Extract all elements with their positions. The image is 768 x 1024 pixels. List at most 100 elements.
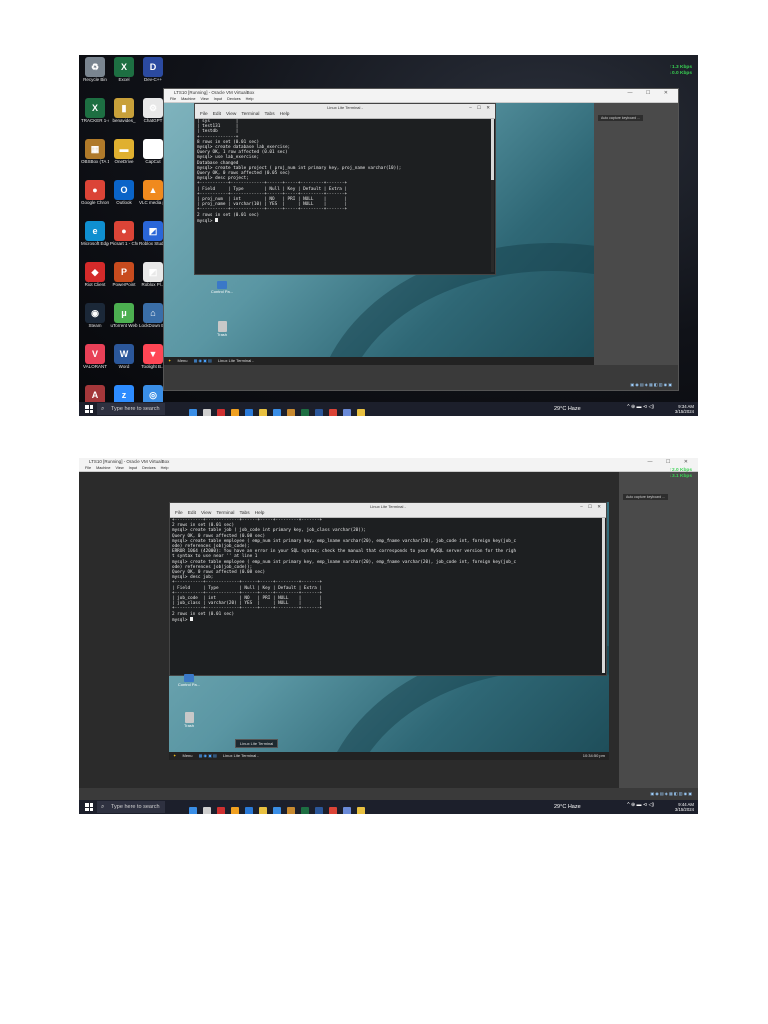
menu-item[interactable]: View bbox=[115, 466, 123, 470]
desktop-icon[interactable]: μ uTorrent Web bbox=[110, 303, 138, 329]
desktop-icon[interactable]: ▮ benavides_ bbox=[110, 98, 138, 124]
menu-item[interactable]: Devices bbox=[227, 97, 241, 101]
weather-widget[interactable]: 29°C Haze bbox=[554, 800, 581, 814]
side-notification[interactable]: Auto capture keyboard ... bbox=[598, 115, 644, 121]
desktop-icon-label: Word bbox=[118, 364, 130, 369]
terminal-window-controls[interactable]: – ☐ ✕ bbox=[580, 503, 603, 510]
side-notification[interactable]: Auto capture keyboard ... bbox=[623, 494, 669, 500]
app-icon: D bbox=[143, 57, 163, 77]
menu-item[interactable]: File bbox=[200, 112, 208, 117]
terminal-title-bar[interactable]: Linux Lite Terminal - – ☐ ✕ bbox=[170, 503, 606, 510]
terminal-output[interactable]: | sys | | test131 | | testdb | +-----------… bbox=[197, 119, 489, 272]
terminal-scrollbar[interactable] bbox=[602, 518, 605, 673]
guest-menu-button[interactable]: Menu bbox=[182, 753, 192, 758]
menu-item[interactable]: File bbox=[175, 511, 183, 516]
desktop-icon[interactable]: W Word bbox=[110, 344, 138, 370]
menu-item[interactable]: Input bbox=[214, 97, 222, 101]
window-controls[interactable]: — ☐ ✕ bbox=[648, 458, 694, 466]
desktop-icon[interactable]: ●Google Chrome bbox=[81, 180, 109, 206]
app-icon: ⌂ bbox=[143, 303, 163, 323]
menu-item[interactable]: Machine bbox=[181, 97, 195, 101]
system-tray[interactable]: ^ ⊕ ▬ ⊲ ◁) 9:34 AM 3/15/2024 bbox=[627, 402, 694, 414]
desktop-icon[interactable]: O Outlook bbox=[110, 180, 138, 206]
desktop-icon[interactable]: P PowerPoint bbox=[110, 262, 138, 288]
desktop-icon[interactable]: ●Picsart 1 - Chrome bbox=[110, 221, 138, 247]
desktop-icon[interactable]: e Microsoft Edge bbox=[81, 221, 109, 247]
menu-item[interactable]: Edit bbox=[188, 511, 196, 516]
vm-status-icons[interactable]: ▣ ◉ ▤ ◈ ▦ ◧ ▥ ◉ ▣ bbox=[650, 791, 692, 796]
taskbar-app-icons[interactable] bbox=[189, 404, 371, 416]
desktop-icon[interactable]: X TRACKER 1-4 bbox=[81, 98, 109, 124]
guest-taskbar-terminal[interactable]: Linux Lite Terminal - bbox=[218, 358, 254, 363]
guest-taskbar[interactable]: ✦ Menu ▦ ◉ ▣ ▤ Linux Lite Terminal - bbox=[164, 357, 594, 365]
menu-item[interactable]: File bbox=[170, 97, 176, 101]
quicklaunch-icons[interactable]: ▦ ◉ ▣ ▤ bbox=[194, 358, 212, 363]
desktop-icon[interactable]: X Excel bbox=[110, 57, 138, 83]
menu-item[interactable]: View bbox=[201, 511, 211, 516]
menu-icon[interactable]: ✦ bbox=[168, 358, 171, 363]
terminal-output[interactable]: +-----------+-------------+------+-----+… bbox=[172, 518, 600, 673]
menu-item[interactable]: Terminal bbox=[216, 511, 234, 516]
vm-status-icons[interactable]: ▣ ◉ ▤ ◈ ▦ ◧ ▥ ◉ ▣ bbox=[630, 382, 672, 387]
vm-side-panel: Auto capture keyboard ... bbox=[594, 103, 678, 365]
virtualbox-window[interactable]: LTS10 [Running] - Oracle VM VirtualBox —… bbox=[163, 88, 679, 391]
desktop-icon[interactable]: ◉ Steam bbox=[81, 303, 109, 329]
menu-item[interactable]: Devices bbox=[142, 466, 156, 470]
menu-item[interactable]: File bbox=[85, 466, 91, 470]
app-icon: ◆ bbox=[85, 262, 105, 282]
vm-title-bar[interactable]: LTS10 [Running] - Oracle VM VirtualBox —… bbox=[164, 89, 678, 97]
menu-item[interactable]: Help bbox=[246, 97, 254, 101]
network-speed: ↑1.3 Kbps ↓0.0 Kbps bbox=[670, 65, 692, 77]
taskbar-search-box[interactable]: ⌕ Type here to search bbox=[97, 801, 165, 813]
vm-menu-bar[interactable]: File Machine View Input Devices Help bbox=[79, 466, 698, 472]
tray-icons[interactable]: ^ ⊕ ▬ ⊲ ◁) bbox=[627, 803, 654, 808]
tray-icons[interactable]: ^ ⊕ ▬ ⊲ ◁) bbox=[627, 405, 654, 410]
weather-widget[interactable]: 29°C Haze bbox=[554, 402, 581, 416]
guest-icon-trash[interactable]: Trash bbox=[169, 712, 209, 728]
menu-item[interactable]: Edit bbox=[213, 112, 221, 117]
menu-item[interactable]: Tabs bbox=[264, 112, 274, 117]
menu-item[interactable]: Terminal bbox=[241, 112, 259, 117]
vm-title: LTS10 [Running] - Oracle VM VirtualBox bbox=[174, 90, 255, 95]
desktop-icon[interactable]: ▬ OneDrive bbox=[110, 139, 138, 165]
desktop-icon[interactable]: D Dev-C++ bbox=[139, 57, 167, 83]
window-controls[interactable]: — ☐ ✕ bbox=[628, 89, 674, 97]
desktop-icon[interactable]: ◆ Riot Client bbox=[81, 262, 109, 288]
taskbar-search-box[interactable]: ⌕ Type here to search bbox=[97, 403, 165, 415]
guest-taskbar[interactable]: ✦ Menu ▦ ◉ ▣ ▤ Linux Lite Terminal - 10:… bbox=[169, 752, 609, 760]
terminal-window-controls[interactable]: – ☐ ✕ bbox=[469, 104, 492, 111]
app-icon: ▲ bbox=[143, 180, 163, 200]
windows-start-icon[interactable] bbox=[85, 803, 93, 811]
guest-taskbar-terminal[interactable]: Linux Lite Terminal - bbox=[223, 753, 259, 758]
terminal-title-bar[interactable]: Linux Lite Terminal - – ☐ ✕ bbox=[195, 104, 495, 111]
windows-start-icon[interactable] bbox=[85, 405, 93, 413]
desktop-icon[interactable]: V VALORANT bbox=[81, 344, 109, 370]
taskbar-app-icons[interactable] bbox=[189, 802, 371, 814]
terminal-menu-bar[interactable]: File Edit View Terminal Tabs Help bbox=[195, 111, 495, 119]
menu-item[interactable]: Help bbox=[255, 511, 265, 516]
terminal-window[interactable]: Linux Lite Terminal - – ☐ ✕ File Edit View… bbox=[169, 502, 607, 676]
desktop-icon[interactable]: ♻ Recycle Bin bbox=[81, 57, 109, 83]
desktop-icon[interactable]: ▦ OBSBox (TA 1) bbox=[81, 139, 109, 165]
menu-item[interactable]: View bbox=[226, 112, 236, 117]
system-tray[interactable]: ^ ⊕ ▬ ⊲ ◁) 9:44 AM 3/15/2024 bbox=[627, 800, 694, 812]
vm-title-bar[interactable]: LTS10 [Running] - Oracle VM VirtualBox —… bbox=[79, 458, 698, 466]
menu-icon[interactable]: ✦ bbox=[173, 753, 176, 758]
menu-item[interactable]: Help bbox=[161, 466, 169, 470]
terminal-menu-bar[interactable]: File Edit View Terminal Tabs Help bbox=[170, 510, 606, 518]
menu-item[interactable]: Input bbox=[129, 466, 137, 470]
menu-item[interactable]: Tabs bbox=[239, 511, 249, 516]
quicklaunch-icons[interactable]: ▦ ◉ ▣ ▤ bbox=[199, 753, 217, 758]
menu-item[interactable]: Machine bbox=[96, 466, 110, 470]
guest-menu-button[interactable]: Menu bbox=[177, 358, 187, 363]
terminal-window[interactable]: Linux Lite Terminal - – ☐ ✕ File Edit View… bbox=[194, 103, 496, 275]
guest-desktop[interactable]: Linux Lite Terminal - – ☐ ✕ File Edit View… bbox=[164, 103, 594, 365]
menu-item[interactable]: View bbox=[200, 97, 208, 101]
guest-desktop[interactable]: Linux Lite Terminal - – ☐ ✕ File Edit View… bbox=[169, 502, 609, 760]
terminal-line-text: 2 rows in set (0.01 sec) bbox=[197, 212, 260, 218]
guest-icon-trash[interactable]: Trash bbox=[202, 321, 242, 337]
terminal-scrollbar[interactable] bbox=[491, 119, 494, 272]
guest-icon-control-panel[interactable]: Control Pa... bbox=[169, 674, 209, 687]
guest-icon-control-panel[interactable]: Control Pa... bbox=[202, 281, 242, 294]
menu-item[interactable]: Help bbox=[280, 112, 290, 117]
